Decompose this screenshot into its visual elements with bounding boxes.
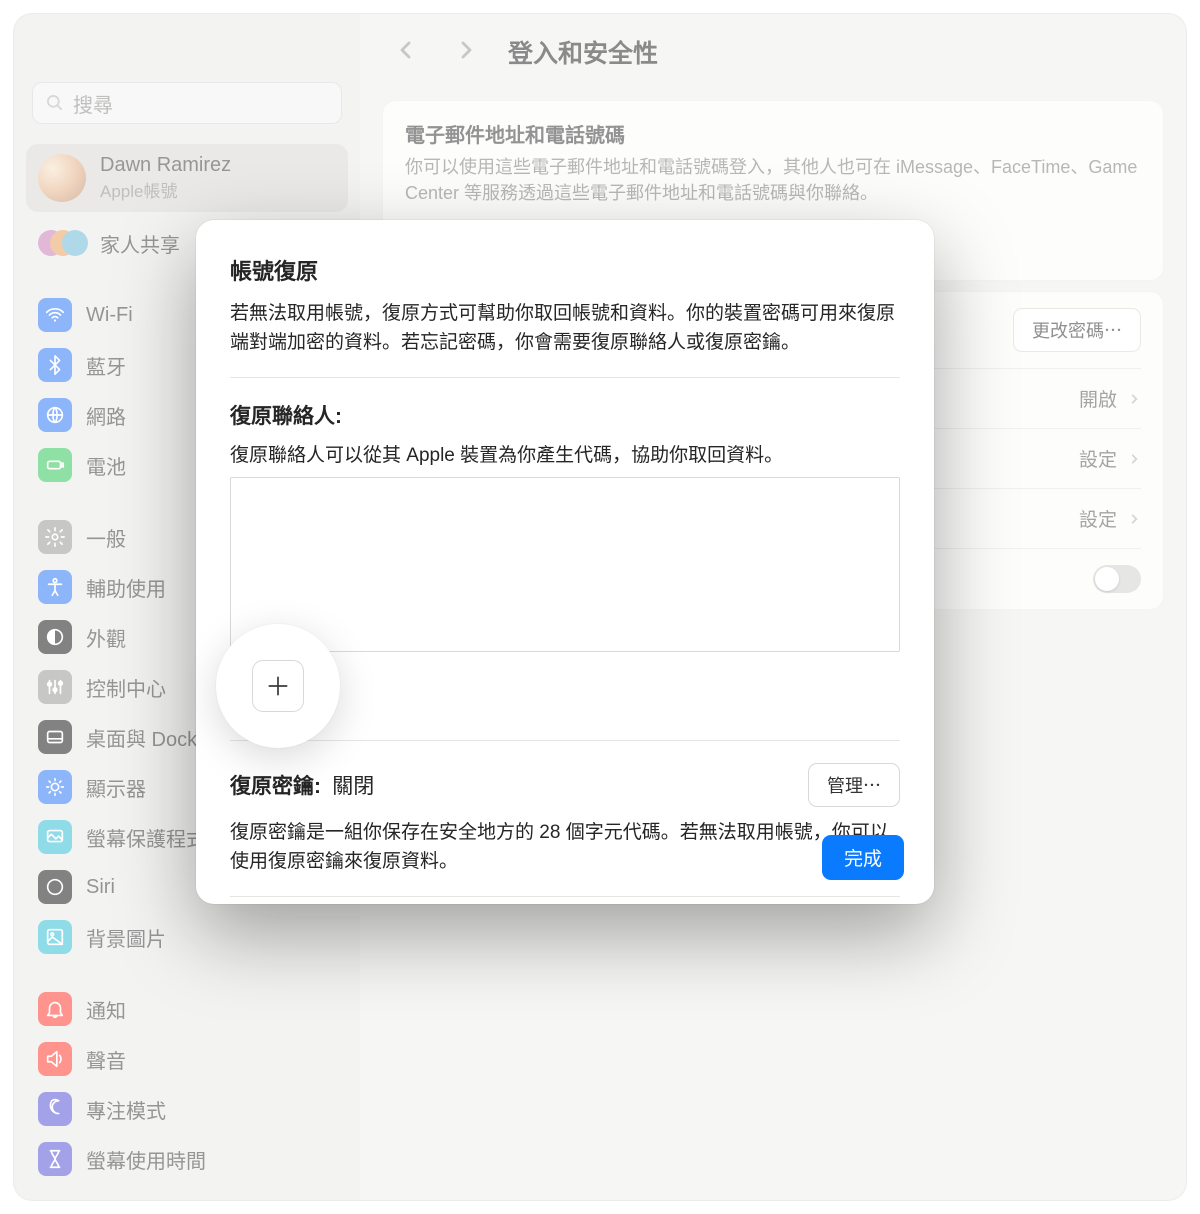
family-icon xyxy=(38,228,86,258)
row-setup-1[interactable]: 設定 xyxy=(1079,445,1141,472)
email-phone-heading: 電子郵件地址和電話號碼 xyxy=(405,119,1141,148)
toggle-switch[interactable] xyxy=(1093,565,1141,593)
control-icon xyxy=(38,670,72,704)
chevron-right-icon xyxy=(454,38,478,62)
display-icon xyxy=(38,770,72,804)
family-label: 家人共享 xyxy=(100,229,180,258)
screensaver-icon xyxy=(38,820,72,854)
email-phone-desc: 你可以使用這些電子郵件地址和電話號碼登入，其他人也可在 iMessage、Fac… xyxy=(405,154,1141,206)
sidebar-item-label: 顯示器 xyxy=(86,773,146,802)
sidebar-item-focus[interactable]: 專注模式 xyxy=(26,1084,348,1134)
page-title: 登入和安全性 xyxy=(508,34,658,70)
sound-icon xyxy=(38,1042,72,1076)
modal-title: 帳號復原 xyxy=(230,254,900,286)
bell-icon xyxy=(38,992,72,1026)
manage-recovery-key-button[interactable]: 管理⋯ xyxy=(808,763,900,807)
back-button[interactable] xyxy=(388,32,424,73)
account-name: Dawn Ramirez xyxy=(100,154,231,177)
divider xyxy=(230,377,900,378)
sidebar-item-label: Wi-Fi xyxy=(86,304,133,327)
gear-icon xyxy=(38,520,72,554)
row-open[interactable]: 開啟 xyxy=(1079,385,1141,412)
sidebar-item-label: 通知 xyxy=(86,995,126,1024)
recovery-key-desc: 復原密鑰是一組你保存在安全地方的 28 個字元代碼。若無法取用帳號，你可以使用復… xyxy=(230,819,900,876)
wallpaper-icon xyxy=(38,920,72,954)
search-placeholder: 搜尋 xyxy=(73,89,113,118)
search-icon xyxy=(45,93,65,113)
settings-window: 搜尋 Dawn Ramirez Apple帳號 家人共享 Wi-Fi 藍牙網路電池… xyxy=(14,14,1186,1200)
sidebar-item-sound[interactable]: 聲音 xyxy=(26,1034,348,1084)
divider xyxy=(230,896,900,897)
chevron-right-icon xyxy=(1127,452,1141,466)
sidebar-item-label: 電池 xyxy=(86,451,126,480)
siri-icon xyxy=(38,870,72,904)
sidebar-account-row[interactable]: Dawn Ramirez Apple帳號 xyxy=(26,144,348,212)
recovery-key-status: 關閉 xyxy=(332,775,374,798)
sidebar-item-label: 聲音 xyxy=(86,1045,126,1074)
sidebar-item-label: 背景圖片 xyxy=(86,923,166,952)
done-button[interactable]: 完成 xyxy=(822,835,904,880)
sidebar-item-hourglass[interactable]: 螢幕使用時間 xyxy=(26,1134,348,1184)
modal-description: 若無法取用帳號，復原方式可幫助你取回帳號和資料。你的裝置密碼可用來復原端對端加密… xyxy=(230,300,900,357)
sidebar-item-label: 螢幕使用時間 xyxy=(86,1145,206,1174)
divider xyxy=(230,740,900,741)
battery-icon xyxy=(38,448,72,482)
recovery-contacts-list xyxy=(230,477,900,652)
sidebar-item-label: 螢幕保護程式 xyxy=(86,823,206,852)
plus-icon xyxy=(265,673,291,699)
add-recovery-contact-button[interactable] xyxy=(252,660,304,712)
sidebar-item-bell[interactable]: 通知 xyxy=(26,984,348,1034)
focus-icon xyxy=(38,1092,72,1126)
recovery-contacts-desc: 復原聯絡人可以從其 Apple 裝置為你產生代碼，協助你取回資料。 xyxy=(230,440,900,467)
recovery-key-heading: 復原密鑰: xyxy=(230,775,321,798)
sidebar-item-label: 外觀 xyxy=(86,623,126,652)
account-recovery-modal: 帳號復原 若無法取用帳號，復原方式可幫助你取回帳號和資料。你的裝置密碼可用來復原… xyxy=(196,220,934,904)
sidebar-item-wallpaper[interactable]: 背景圖片 xyxy=(26,912,348,962)
chevron-right-icon xyxy=(1127,512,1141,526)
search-input[interactable]: 搜尋 xyxy=(32,82,342,124)
sidebar-item-label: 控制中心 xyxy=(86,673,166,702)
globe-icon xyxy=(38,398,72,432)
avatar xyxy=(38,154,86,202)
recovery-contacts-heading: 復原聯絡人: xyxy=(230,400,900,430)
row-setup-2[interactable]: 設定 xyxy=(1079,505,1141,532)
sidebar-item-label: 輔助使用 xyxy=(86,573,166,602)
sidebar-item-label: 藍牙 xyxy=(86,351,126,380)
content-header: 登入和安全性 xyxy=(360,14,1186,90)
chevron-left-icon xyxy=(394,38,418,62)
change-password-button[interactable]: 更改密碼⋯ xyxy=(1013,308,1141,352)
sidebar-item-label: 一般 xyxy=(86,523,126,552)
sidebar-item-label: 專注模式 xyxy=(86,1095,166,1124)
chevron-right-icon xyxy=(1127,392,1141,406)
hourglass-icon xyxy=(38,1142,72,1176)
dock-icon xyxy=(38,720,72,754)
account-subtitle: Apple帳號 xyxy=(100,177,231,202)
wifi-icon xyxy=(38,298,72,332)
add-button-highlight xyxy=(216,624,340,748)
sidebar-item-label: 桌面與 Dock xyxy=(86,723,197,752)
accessibility-icon xyxy=(38,570,72,604)
appearance-icon xyxy=(38,620,72,654)
bluetooth-icon xyxy=(38,348,72,382)
forward-button[interactable] xyxy=(448,32,484,73)
sidebar-item-label: Siri xyxy=(86,876,115,899)
sidebar-item-label: 網路 xyxy=(86,401,126,430)
